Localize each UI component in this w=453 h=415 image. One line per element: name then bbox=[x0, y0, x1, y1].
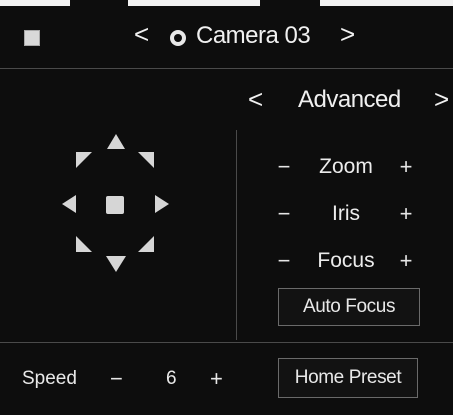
ptz-control-panel: < Camera 03 > < Advanced > − Zoom + − Ir… bbox=[0, 0, 453, 415]
iris-minus-button[interactable]: − bbox=[272, 201, 296, 227]
header-bar: < Camera 03 > bbox=[0, 6, 453, 68]
ptz-stop-button[interactable] bbox=[106, 196, 124, 214]
speed-label: Speed bbox=[22, 368, 77, 389]
camera-title: Camera 03 bbox=[196, 22, 311, 49]
ptz-down-left-button[interactable] bbox=[76, 236, 92, 252]
advanced-prev-button[interactable]: < bbox=[248, 84, 263, 115]
iris-label: Iris bbox=[332, 202, 360, 225]
footer-divider bbox=[0, 342, 453, 343]
ptz-right-button[interactable] bbox=[155, 195, 169, 213]
zoom-plus-button[interactable]: + bbox=[394, 154, 418, 180]
ptz-down-button[interactable] bbox=[106, 256, 126, 272]
zoom-minus-button[interactable]: − bbox=[272, 154, 296, 180]
ptz-left-button[interactable] bbox=[62, 195, 76, 213]
iris-plus-button[interactable]: + bbox=[394, 201, 418, 227]
focus-plus-button[interactable]: + bbox=[394, 248, 418, 274]
zoom-label: Zoom bbox=[319, 155, 373, 178]
prev-camera-button[interactable]: < bbox=[134, 19, 149, 50]
camera-icon bbox=[170, 30, 186, 46]
focus-label: Focus bbox=[317, 249, 375, 272]
focus-control-row: − Focus + bbox=[270, 248, 430, 278]
ptz-up-left-button[interactable] bbox=[76, 152, 92, 168]
stop-square-icon[interactable] bbox=[24, 30, 40, 46]
vertical-divider bbox=[236, 130, 237, 340]
speed-plus-button[interactable]: + bbox=[210, 366, 223, 392]
iris-control-row: − Iris + bbox=[270, 201, 430, 231]
next-camera-button[interactable]: > bbox=[340, 19, 355, 50]
speed-value: 6 bbox=[166, 368, 177, 389]
speed-minus-button[interactable]: − bbox=[110, 366, 123, 392]
advanced-title: Advanced bbox=[298, 86, 401, 113]
ptz-down-right-button[interactable] bbox=[138, 236, 154, 252]
advanced-next-button[interactable]: > bbox=[434, 84, 449, 115]
auto-focus-button[interactable]: Auto Focus bbox=[278, 288, 420, 326]
focus-minus-button[interactable]: − bbox=[272, 248, 296, 274]
header-divider bbox=[0, 68, 453, 69]
zoom-control-row: − Zoom + bbox=[270, 154, 430, 184]
home-preset-button[interactable]: Home Preset bbox=[278, 358, 418, 398]
ptz-up-right-button[interactable] bbox=[138, 152, 154, 168]
ptz-up-button[interactable] bbox=[107, 134, 125, 149]
